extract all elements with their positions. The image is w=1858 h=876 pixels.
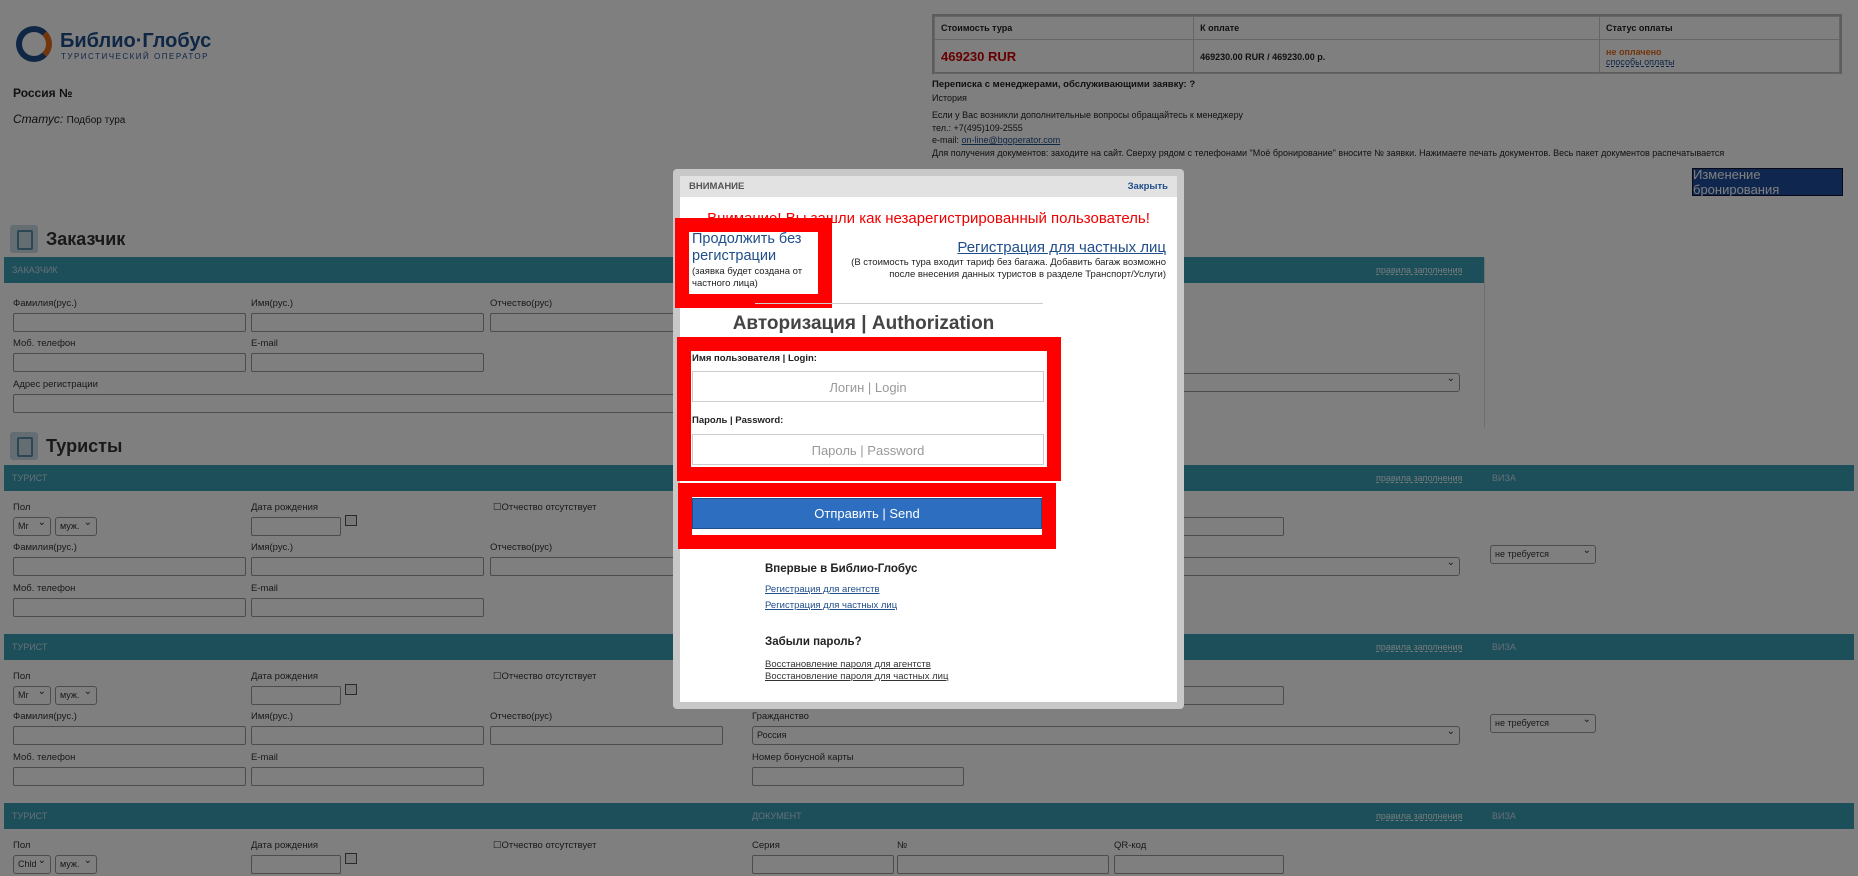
send-button[interactable]: Отправить | Send bbox=[692, 498, 1042, 529]
register-note: (В стоимость тура входит тариф без багаж… bbox=[851, 257, 1166, 280]
divider bbox=[755, 303, 1043, 304]
password-label: Пароль | Password: bbox=[692, 415, 784, 426]
recover-individual-link[interactable]: Восстановление пароля для частных лиц bbox=[765, 671, 948, 682]
login-input[interactable]: Логин | Login bbox=[692, 371, 1044, 402]
modal-header: ВНИМАНИЕ Закрыть bbox=[680, 176, 1177, 197]
agency-registration-link[interactable]: Регистрация для агентств bbox=[765, 584, 880, 595]
register-individual-link[interactable]: Регистрация для частных лиц bbox=[940, 239, 1166, 256]
forgot-password-title: Забыли пароль? bbox=[765, 636, 862, 648]
password-input[interactable]: Пароль | Password bbox=[692, 434, 1044, 465]
first-time-title: Впервые в Библио-Глобус bbox=[765, 563, 918, 575]
modal-title: ВНИМАНИЕ bbox=[689, 181, 745, 192]
recover-agency-link[interactable]: Восстановление пароля для агентств bbox=[765, 659, 931, 670]
auth-title: Авторизация | Authorization bbox=[732, 313, 995, 334]
individual-registration-link[interactable]: Регистрация для частных лиц bbox=[765, 600, 897, 611]
continue-without-registration-link[interactable]: Продолжить без регистрации bbox=[692, 231, 817, 265]
continue-note: (заявка будет создана от частного лица) bbox=[692, 266, 803, 289]
modal-close-link[interactable]: Закрыть bbox=[1128, 181, 1168, 192]
login-label: Имя пользователя | Login: bbox=[692, 353, 817, 364]
